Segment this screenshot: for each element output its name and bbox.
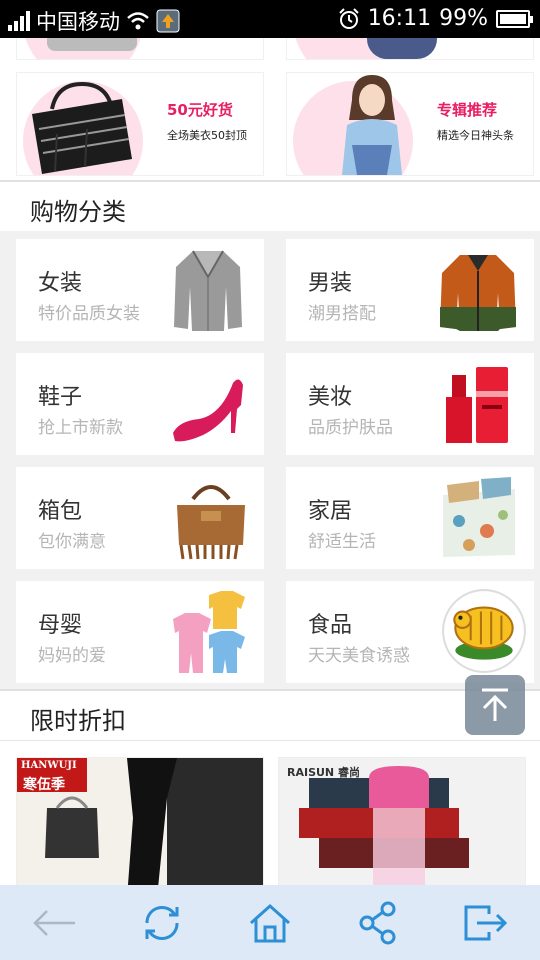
section-title: 限时折扣 xyxy=(30,707,126,735)
banner-title: 专辑推荐 xyxy=(437,101,498,119)
status-bar: 中国移动 16:11 99% xyxy=(0,0,540,38)
share-icon xyxy=(359,901,396,944)
category-women[interactable]: 女装 特价品质女装 xyxy=(16,239,264,341)
signal-icon xyxy=(8,11,30,31)
banner-album-recommend[interactable]: 专辑推荐 精选今日神头条 xyxy=(286,72,534,176)
category-beauty[interactable]: 美妆 品质护肤品 xyxy=(286,353,534,455)
banner-subtitle: 精选今日神头条 xyxy=(437,129,514,142)
heel-shoe-image xyxy=(173,379,243,442)
category-grid: 女装 特价品质女装 男装 潮男搭配 鞋子 抢上市新款 美妆 品质护肤品 箱包 包… xyxy=(0,231,540,689)
handbag-image xyxy=(32,81,132,174)
page-content[interactable]: 50元好货 全场美衣50封顶 专辑推荐 精选今日神头条 购物分类 女装 特价品质… xyxy=(0,38,540,885)
product-card-cup[interactable]: RAISUN 睿尚 xyxy=(278,757,526,885)
category-name: 女装 xyxy=(38,271,83,296)
home-icon xyxy=(249,903,291,942)
section-header-discount: 限时折扣 xyxy=(0,689,540,741)
jacket-image xyxy=(440,255,516,331)
coat-image xyxy=(174,250,242,331)
category-desc: 抢上市新款 xyxy=(38,418,123,438)
back-arrow-icon xyxy=(33,909,75,936)
banner-row: 50元好货 全场美衣50封顶 专辑推荐 精选今日神头条 xyxy=(0,72,540,182)
category-desc: 包你满意 xyxy=(38,532,106,552)
exit-icon xyxy=(464,905,508,940)
category-name: 男装 xyxy=(308,271,353,296)
category-name: 食品 xyxy=(308,613,353,638)
bedding-image xyxy=(443,477,515,557)
exit-button[interactable] xyxy=(456,893,516,953)
wifi-icon xyxy=(127,12,149,30)
brand-label: HANWUJI xyxy=(21,760,77,771)
brand-label: RAISUN 睿尚 xyxy=(287,766,360,779)
category-desc: 潮男搭配 xyxy=(308,304,376,324)
category-name: 箱包 xyxy=(38,499,83,524)
category-shoes[interactable]: 鞋子 抢上市新款 xyxy=(16,353,264,455)
banner-50-yuan[interactable]: 50元好货 全场美衣50封顶 xyxy=(16,72,264,176)
bottom-toolbar xyxy=(0,885,540,960)
category-bags[interactable]: 箱包 包你满意 xyxy=(16,467,264,569)
food-plate-image xyxy=(442,589,526,673)
category-baby[interactable]: 母婴 妈妈的爱 xyxy=(16,581,264,683)
home-button[interactable] xyxy=(240,893,300,953)
banner-top-left[interactable] xyxy=(16,38,264,60)
category-name: 家居 xyxy=(308,499,353,524)
clock: 16:11 xyxy=(367,6,432,31)
back-button[interactable] xyxy=(24,893,84,953)
section-title: 购物分类 xyxy=(30,198,126,226)
arrow-up-icon xyxy=(482,688,508,721)
refresh-button[interactable] xyxy=(132,893,192,953)
category-name: 美妆 xyxy=(308,385,353,410)
category-desc: 天天美食诱惑 xyxy=(308,646,410,666)
category-name: 母婴 xyxy=(38,613,83,638)
category-name: 鞋子 xyxy=(38,385,83,410)
brand-label-cn: 寒伍季 xyxy=(23,777,65,793)
banner-row-top xyxy=(0,38,540,62)
app-notification-icon xyxy=(156,9,180,33)
battery-icon xyxy=(496,9,533,28)
refresh-icon xyxy=(145,905,179,940)
back-to-top-button[interactable] xyxy=(465,675,525,735)
category-food[interactable]: 食品 天天美食诱惑 xyxy=(286,581,534,683)
banner-title: 50元好货 xyxy=(167,101,233,119)
carrier-label: 中国移动 xyxy=(36,10,120,34)
share-button[interactable] xyxy=(348,893,408,953)
baby-clothes-image xyxy=(173,591,245,673)
section-header-shopping: 购物分类 xyxy=(0,180,540,232)
model-image xyxy=(342,75,402,175)
category-desc: 品质护肤品 xyxy=(308,418,393,438)
discount-products: HANWUJI 寒伍季 RAISUN 睿尚 xyxy=(0,743,540,885)
category-desc: 特价品质女装 xyxy=(38,304,140,324)
battery-percent: 99% xyxy=(439,6,488,31)
banner-top-right[interactable] xyxy=(286,38,534,60)
category-men[interactable]: 男装 潮男搭配 xyxy=(286,239,534,341)
category-desc: 舒适生活 xyxy=(308,532,376,552)
lipstick-image xyxy=(446,367,508,443)
alarm-icon xyxy=(338,7,359,29)
bag-image xyxy=(177,485,245,560)
product-card-leggings[interactable]: HANWUJI 寒伍季 xyxy=(16,757,264,885)
banner-subtitle: 全场美衣50封顶 xyxy=(167,129,247,142)
category-desc: 妈妈的爱 xyxy=(38,646,106,666)
category-home[interactable]: 家居 舒适生活 xyxy=(286,467,534,569)
